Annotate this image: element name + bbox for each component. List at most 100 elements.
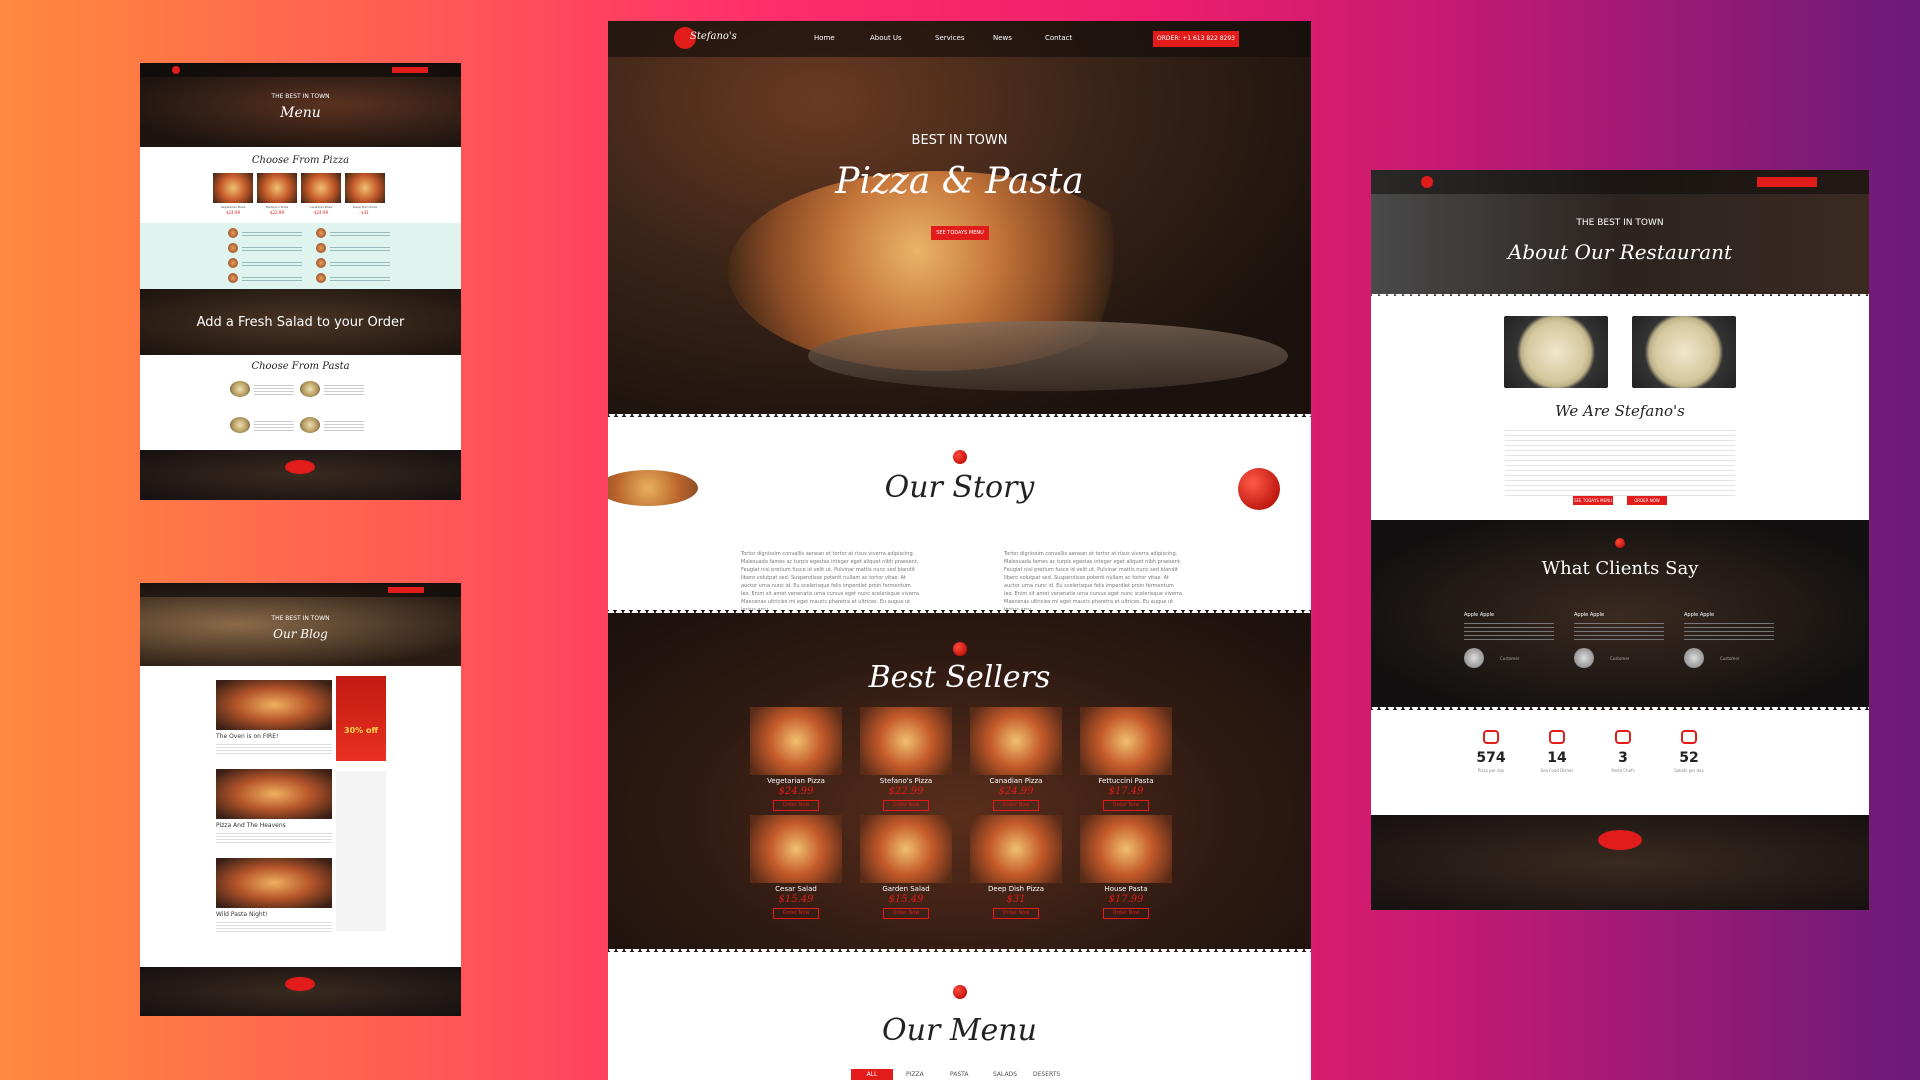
salad-banner-text: Add a Fresh Salad to your Order bbox=[196, 315, 405, 330]
client-quote bbox=[1684, 620, 1774, 642]
order-now-button[interactable]: Order Now bbox=[883, 800, 929, 811]
pasta-image bbox=[230, 381, 250, 397]
blog-page-mockup: THE BEST IN TOWN Our Blog The Oven is on… bbox=[140, 583, 461, 1016]
order-now-button[interactable]: ORDER NOW bbox=[1627, 496, 1667, 505]
product-price: $15.49 bbox=[888, 894, 924, 905]
see-menu-button[interactable]: SEE TODAYS MENU bbox=[1573, 496, 1613, 505]
tab-pasta[interactable]: PASTA bbox=[950, 1071, 968, 1078]
product-price: $24.99 bbox=[998, 786, 1034, 797]
product-name: Cesar Salad bbox=[775, 885, 817, 893]
pasta-item bbox=[324, 419, 364, 431]
list-item bbox=[330, 275, 390, 281]
list-item-thumb bbox=[316, 258, 326, 268]
order-phone-button[interactable] bbox=[392, 67, 428, 73]
nav-news[interactable]: News bbox=[993, 34, 1012, 42]
about-kicker: THE BEST IN TOWN bbox=[1576, 218, 1664, 228]
order-phone-button[interactable] bbox=[1757, 177, 1817, 187]
story-text-right: Tortor dignissim convallis aenean et tor… bbox=[1004, 551, 1184, 613]
tab-salads[interactable]: SALADS bbox=[993, 1071, 1017, 1078]
order-now-button[interactable]: Order Now bbox=[773, 800, 819, 811]
order-now-button[interactable]: Order Now bbox=[1103, 908, 1149, 919]
pizza-name: Deep Dish Pizza bbox=[353, 205, 377, 209]
blog-hero: THE BEST IN TOWN Our Blog bbox=[140, 583, 461, 666]
product-name: Fettuccini Pasta bbox=[1098, 777, 1154, 785]
clients-section: What Clients Say Apple Apple Customer Appl… bbox=[1371, 520, 1869, 710]
order-now-button[interactable]: Order Now bbox=[773, 908, 819, 919]
product-image bbox=[860, 815, 952, 883]
list-item bbox=[330, 260, 390, 266]
blog-post-image bbox=[216, 769, 332, 819]
product-image bbox=[970, 815, 1062, 883]
bestsellers-title: Best Sellers bbox=[868, 660, 1051, 695]
order-now-button[interactable]: Order Now bbox=[993, 800, 1039, 811]
see-menu-button[interactable]: SEE TODAYS MENU bbox=[931, 226, 989, 240]
list-item bbox=[242, 260, 302, 266]
product-image bbox=[860, 707, 952, 775]
pizza-image bbox=[301, 173, 341, 203]
menu-hero-title: Menu bbox=[280, 105, 321, 121]
stat-icon bbox=[1681, 730, 1697, 744]
menu-title: Our Menu bbox=[882, 1013, 1037, 1048]
pasta-item bbox=[254, 383, 294, 395]
order-now-button[interactable]: Order Now bbox=[883, 908, 929, 919]
product-price: $17.49 bbox=[1108, 786, 1144, 797]
menu-page-mockup: THE BEST IN TOWN Menu Choose From Pizza … bbox=[140, 63, 461, 500]
order-now-button[interactable]: Order Now bbox=[993, 908, 1039, 919]
list-item-thumb bbox=[228, 243, 238, 253]
salad-banner: Add a Fresh Salad to your Order bbox=[140, 289, 461, 355]
nav-contact[interactable]: Contact bbox=[1045, 34, 1072, 42]
menu-kicker: THE BEST IN TOWN bbox=[271, 93, 330, 100]
footer-logo bbox=[1598, 830, 1642, 850]
blog-post-excerpt bbox=[216, 742, 332, 754]
menu-section: Our Menu ALL PIZZA PASTA SALADS DESERTS bbox=[608, 955, 1311, 1080]
stat-value: 574 bbox=[1476, 750, 1506, 766]
pizza-name: Vegetarian Pizza bbox=[220, 205, 246, 209]
stat-icon bbox=[1483, 730, 1499, 744]
sidebar-widgets bbox=[336, 771, 386, 931]
nav-about[interactable]: About Us bbox=[870, 34, 902, 42]
tab-pizza[interactable]: PIZZA bbox=[906, 1071, 924, 1078]
tomato-icon bbox=[953, 985, 967, 999]
footer bbox=[1371, 815, 1869, 910]
order-now-button[interactable]: Order Now bbox=[1103, 800, 1149, 811]
order-phone-button[interactable] bbox=[388, 587, 424, 593]
product-name: Vegetarian Pizza bbox=[767, 777, 825, 785]
logo[interactable] bbox=[1421, 176, 1433, 188]
about-divider bbox=[1371, 294, 1869, 300]
order-phone-button[interactable]: ORDER: +1 613 822 8293 bbox=[1153, 31, 1239, 47]
pasta-image bbox=[230, 417, 250, 433]
tomato-icon bbox=[953, 642, 967, 656]
client-quote bbox=[1574, 620, 1664, 642]
stat-label: Pizza per day bbox=[1477, 768, 1505, 773]
story-section: Our Story Tortor dignissim convallis aen… bbox=[608, 420, 1311, 613]
blog-post-image bbox=[216, 680, 332, 730]
tab-deserts[interactable]: DESERTS bbox=[1033, 1071, 1060, 1078]
story-title: Our Story bbox=[884, 470, 1035, 505]
promo-text: 30% off bbox=[344, 726, 378, 735]
client-role: Customer bbox=[1720, 656, 1740, 661]
product-name: House Pasta bbox=[1104, 885, 1148, 893]
pizza-image bbox=[213, 173, 253, 203]
pizza-image bbox=[257, 173, 297, 203]
choose-pizza-title: Choose From Pizza bbox=[251, 155, 350, 166]
hero-section: Stefano's Home About Us Services News Co… bbox=[608, 21, 1311, 417]
footer bbox=[140, 967, 461, 1016]
story-text-left: Tortor dignissim convallis aenean et tor… bbox=[741, 551, 921, 613]
stat-label: Sea Food Dishes bbox=[1540, 768, 1574, 773]
blog-post-excerpt bbox=[216, 831, 332, 843]
nav-services[interactable]: Services bbox=[935, 34, 965, 42]
tomato-icon bbox=[953, 450, 967, 464]
list-item-thumb bbox=[316, 243, 326, 253]
stat-icon bbox=[1549, 730, 1565, 744]
logo[interactable] bbox=[172, 66, 180, 74]
hero-title: Pizza & Pasta bbox=[835, 161, 1084, 202]
tab-all[interactable]: ALL bbox=[851, 1069, 893, 1080]
product-price: $17.99 bbox=[1108, 894, 1144, 905]
product-price: $22.99 bbox=[888, 786, 924, 797]
blog-kicker: THE BEST IN TOWN bbox=[271, 615, 330, 622]
nav-home[interactable]: Home bbox=[814, 34, 835, 42]
top-nav-bar: Stefano's Home About Us Services News Co… bbox=[608, 21, 1311, 57]
product-price: $31 bbox=[1006, 894, 1026, 905]
bestsellers-section: Best Sellers Vegetarian Pizza $24.99 Order… bbox=[608, 607, 1311, 952]
product-name: Canadian Pizza bbox=[989, 777, 1043, 785]
